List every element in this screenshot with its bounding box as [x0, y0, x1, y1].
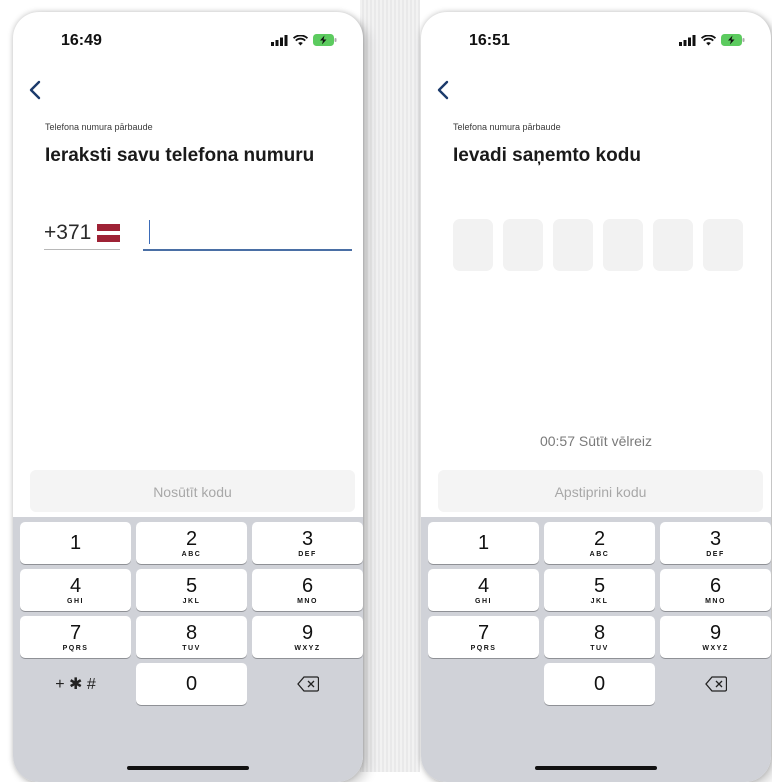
code-digit-box-4[interactable]: [603, 219, 643, 271]
battery-charging-icon: [721, 34, 745, 46]
signal-icon: [271, 34, 288, 46]
phone-screen-phone-entry: 16:49 Telefona numura pārbaude Ieraksti …: [13, 12, 363, 782]
status-bar: 16:51: [421, 12, 771, 58]
status-bar: 16:49: [13, 12, 363, 58]
home-indicator[interactable]: [535, 766, 657, 770]
status-icons: [271, 34, 337, 46]
key-3[interactable]: 3 DEF: [252, 522, 363, 564]
key-2[interactable]: 2 ABC: [544, 522, 655, 564]
home-indicator[interactable]: [127, 766, 249, 770]
key-9[interactable]: 9 WXYZ: [660, 616, 771, 658]
code-digit-box-3[interactable]: [553, 219, 593, 271]
phone-screen-code-entry: 16:51 Telefona numura pārbaude Ievadi sa…: [421, 12, 771, 782]
key-6[interactable]: 6 MNO: [660, 569, 771, 611]
screen-subtitle: Telefona numura pārbaude: [45, 122, 153, 132]
chevron-left-icon[interactable]: [436, 80, 452, 100]
text-cursor: [149, 220, 150, 244]
status-time: 16:51: [469, 32, 510, 49]
key-symbols[interactable]: + ✱ #: [20, 663, 131, 705]
code-digit-box-6[interactable]: [703, 219, 743, 271]
key-6[interactable]: 6 MNO: [252, 569, 363, 611]
code-digit-box-2[interactable]: [503, 219, 543, 271]
wifi-icon: [293, 34, 308, 45]
page-title: Ieraksti savu telefona numuru: [45, 145, 315, 166]
page-title: Ievadi saņemto kodu: [453, 145, 641, 166]
backspace-icon: [296, 676, 319, 692]
key-9[interactable]: 9 WXYZ: [252, 616, 363, 658]
key-0[interactable]: 0: [136, 663, 247, 705]
code-digit-box-5[interactable]: [653, 219, 693, 271]
key-8[interactable]: 8 TUV: [136, 616, 247, 658]
key-5[interactable]: 5 JKL: [136, 569, 247, 611]
wifi-icon: [701, 34, 716, 45]
key-2[interactable]: 2 ABC: [136, 522, 247, 564]
delete-key[interactable]: [252, 663, 363, 705]
delete-key[interactable]: [660, 663, 771, 705]
key-7[interactable]: 7 PQRS: [20, 616, 131, 658]
confirm-code-button[interactable]: Apstiprini kodu: [438, 470, 763, 512]
numeric-keypad: 1 2 ABC 3 DEF 4 GHI 5 JKL 6 MNO 7 PQRS 8 TUV 9W…: [421, 517, 771, 782]
send-code-button[interactable]: Nosūtīt kodu: [30, 470, 355, 512]
key-1[interactable]: 1: [428, 522, 539, 564]
key-4[interactable]: 4 GHI: [428, 569, 539, 611]
key-8[interactable]: 8 TUV: [544, 616, 655, 658]
key-4[interactable]: 4 GHI: [20, 569, 131, 611]
screen-subtitle: Telefona numura pārbaude: [453, 122, 561, 132]
key-0[interactable]: 0: [544, 663, 655, 705]
numeric-keypad: 1 2 ABC 3 DEF 4 GHI 5 JKL 6 MNO 7 PQRS 8 TUV 9W…: [13, 517, 363, 782]
background-stripes: [360, 0, 420, 772]
chevron-left-icon[interactable]: [28, 80, 44, 100]
key-5[interactable]: 5 JKL: [544, 569, 655, 611]
latvia-flag-icon: [97, 224, 120, 242]
status-time: 16:49: [61, 32, 102, 49]
backspace-icon: [704, 676, 727, 692]
code-input-group: [453, 219, 743, 271]
key-1[interactable]: 1: [20, 522, 131, 564]
key-7[interactable]: 7 PQRS: [428, 616, 539, 658]
status-icons: [679, 34, 745, 46]
country-code-selector[interactable]: +371: [44, 217, 120, 250]
code-digit-box-1[interactable]: [453, 219, 493, 271]
battery-charging-icon: [313, 34, 337, 46]
key-3[interactable]: 3 DEF: [660, 522, 771, 564]
phone-number-input[interactable]: [143, 217, 352, 251]
signal-icon: [679, 34, 696, 46]
resend-code-link[interactable]: 00:57 Sūtīt vēlreiz: [421, 433, 771, 449]
country-code: +371: [44, 221, 92, 244]
